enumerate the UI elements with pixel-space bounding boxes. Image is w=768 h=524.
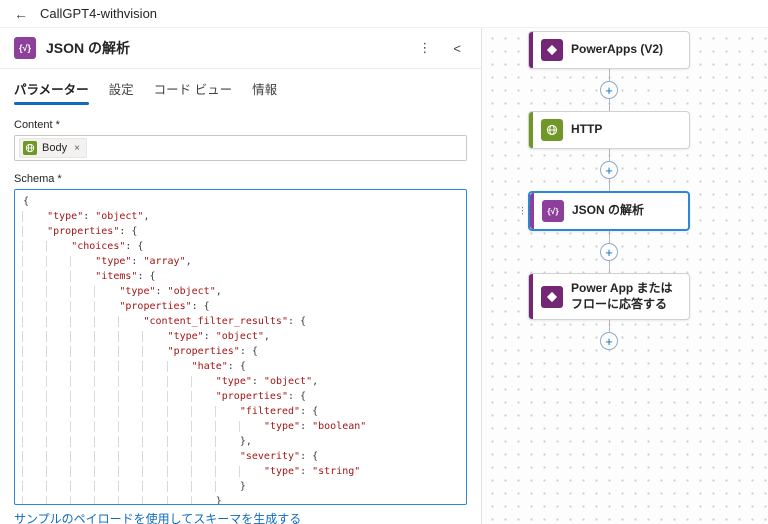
content-field-label: Content *	[14, 119, 60, 131]
collapse-panel-icon[interactable]: <	[447, 39, 467, 58]
add-step-button[interactable]: +	[600, 332, 618, 351]
flow-node-powerapps[interactable]: PowerApps (V2)	[528, 31, 690, 69]
add-step-button[interactable]: +	[600, 161, 618, 179]
back-arrow-icon[interactable]: ←	[14, 6, 28, 22]
tab-parameters[interactable]: パラメーター	[14, 79, 89, 105]
http-icon	[23, 141, 37, 155]
flow-node-http[interactable]: HTTP	[528, 111, 690, 149]
schema-code-editor[interactable]: { "type": "object", "properties": { "cho…	[14, 189, 467, 505]
node-title: PowerApps (V2)	[571, 42, 664, 57]
node-title: HTTP	[571, 122, 603, 137]
parse-json-icon: {√}	[14, 37, 36, 59]
flow-title: CallGPT4-withvision	[40, 6, 158, 21]
connector-line	[608, 320, 610, 333]
schema-field-label: Schema *	[14, 173, 62, 185]
powerapps-icon	[541, 39, 563, 61]
powerapps-icon	[541, 285, 563, 308]
connector-line	[608, 231, 610, 243]
node-accent	[529, 274, 533, 320]
node-accent	[530, 193, 534, 229]
node-accent	[529, 112, 533, 148]
node-accent	[529, 32, 533, 68]
tab-settings[interactable]: 設定	[109, 79, 134, 105]
panel-header: {√} JSON の解析 ⋮ <	[14, 28, 467, 68]
generate-schema-link[interactable]: サンプルのペイロードを使用してスキーマを生成する	[14, 510, 301, 524]
panel-title: JSON の解析	[46, 40, 131, 56]
flow-node-parse-json[interactable]: ⋮⋮ {√} JSON の解析	[518, 191, 690, 231]
http-icon	[541, 119, 563, 141]
more-options-icon[interactable]: ⋮	[412, 38, 437, 58]
action-details-panel: {√} JSON の解析 ⋮ < パラメーター 設定 コード ビュー 情報 Co…	[0, 28, 481, 524]
flow-node-respond-powerapp[interactable]: Power App またはフローに応答する	[528, 273, 690, 321]
add-step-button[interactable]: +	[600, 243, 618, 261]
remove-token-icon[interactable]: ×	[74, 143, 80, 154]
node-title: Power App またはフローに応答する	[571, 281, 673, 311]
node-title: JSON の解析	[572, 203, 645, 218]
flow-canvas[interactable]: PowerApps (V2) + HTTP + ⋮⋮ {√} JSON の解析 …	[481, 28, 768, 524]
tab-code-view[interactable]: コード ビュー	[154, 79, 232, 105]
connector-line	[608, 99, 610, 111]
add-step-button[interactable]: +	[600, 81, 618, 99]
connector-line	[608, 179, 610, 191]
top-bar: ← CallGPT4-withvision	[0, 0, 768, 28]
panel-tabs: パラメーター 設定 コード ビュー 情報	[14, 69, 467, 105]
connector-line	[608, 69, 610, 81]
app-window: ← CallGPT4-withvision {√} JSON の解析 ⋮ < パ…	[0, 0, 768, 524]
flow-column: PowerApps (V2) + HTTP + ⋮⋮ {√} JSON の解析 …	[518, 31, 690, 351]
token-label: Body	[42, 142, 68, 154]
content-input[interactable]: Body ×	[14, 135, 467, 161]
body-token[interactable]: Body ×	[19, 138, 87, 158]
connector-line	[608, 149, 610, 161]
connector-line	[608, 261, 610, 273]
tab-info[interactable]: 情報	[252, 79, 277, 105]
parse-json-icon: {√}	[542, 200, 564, 222]
